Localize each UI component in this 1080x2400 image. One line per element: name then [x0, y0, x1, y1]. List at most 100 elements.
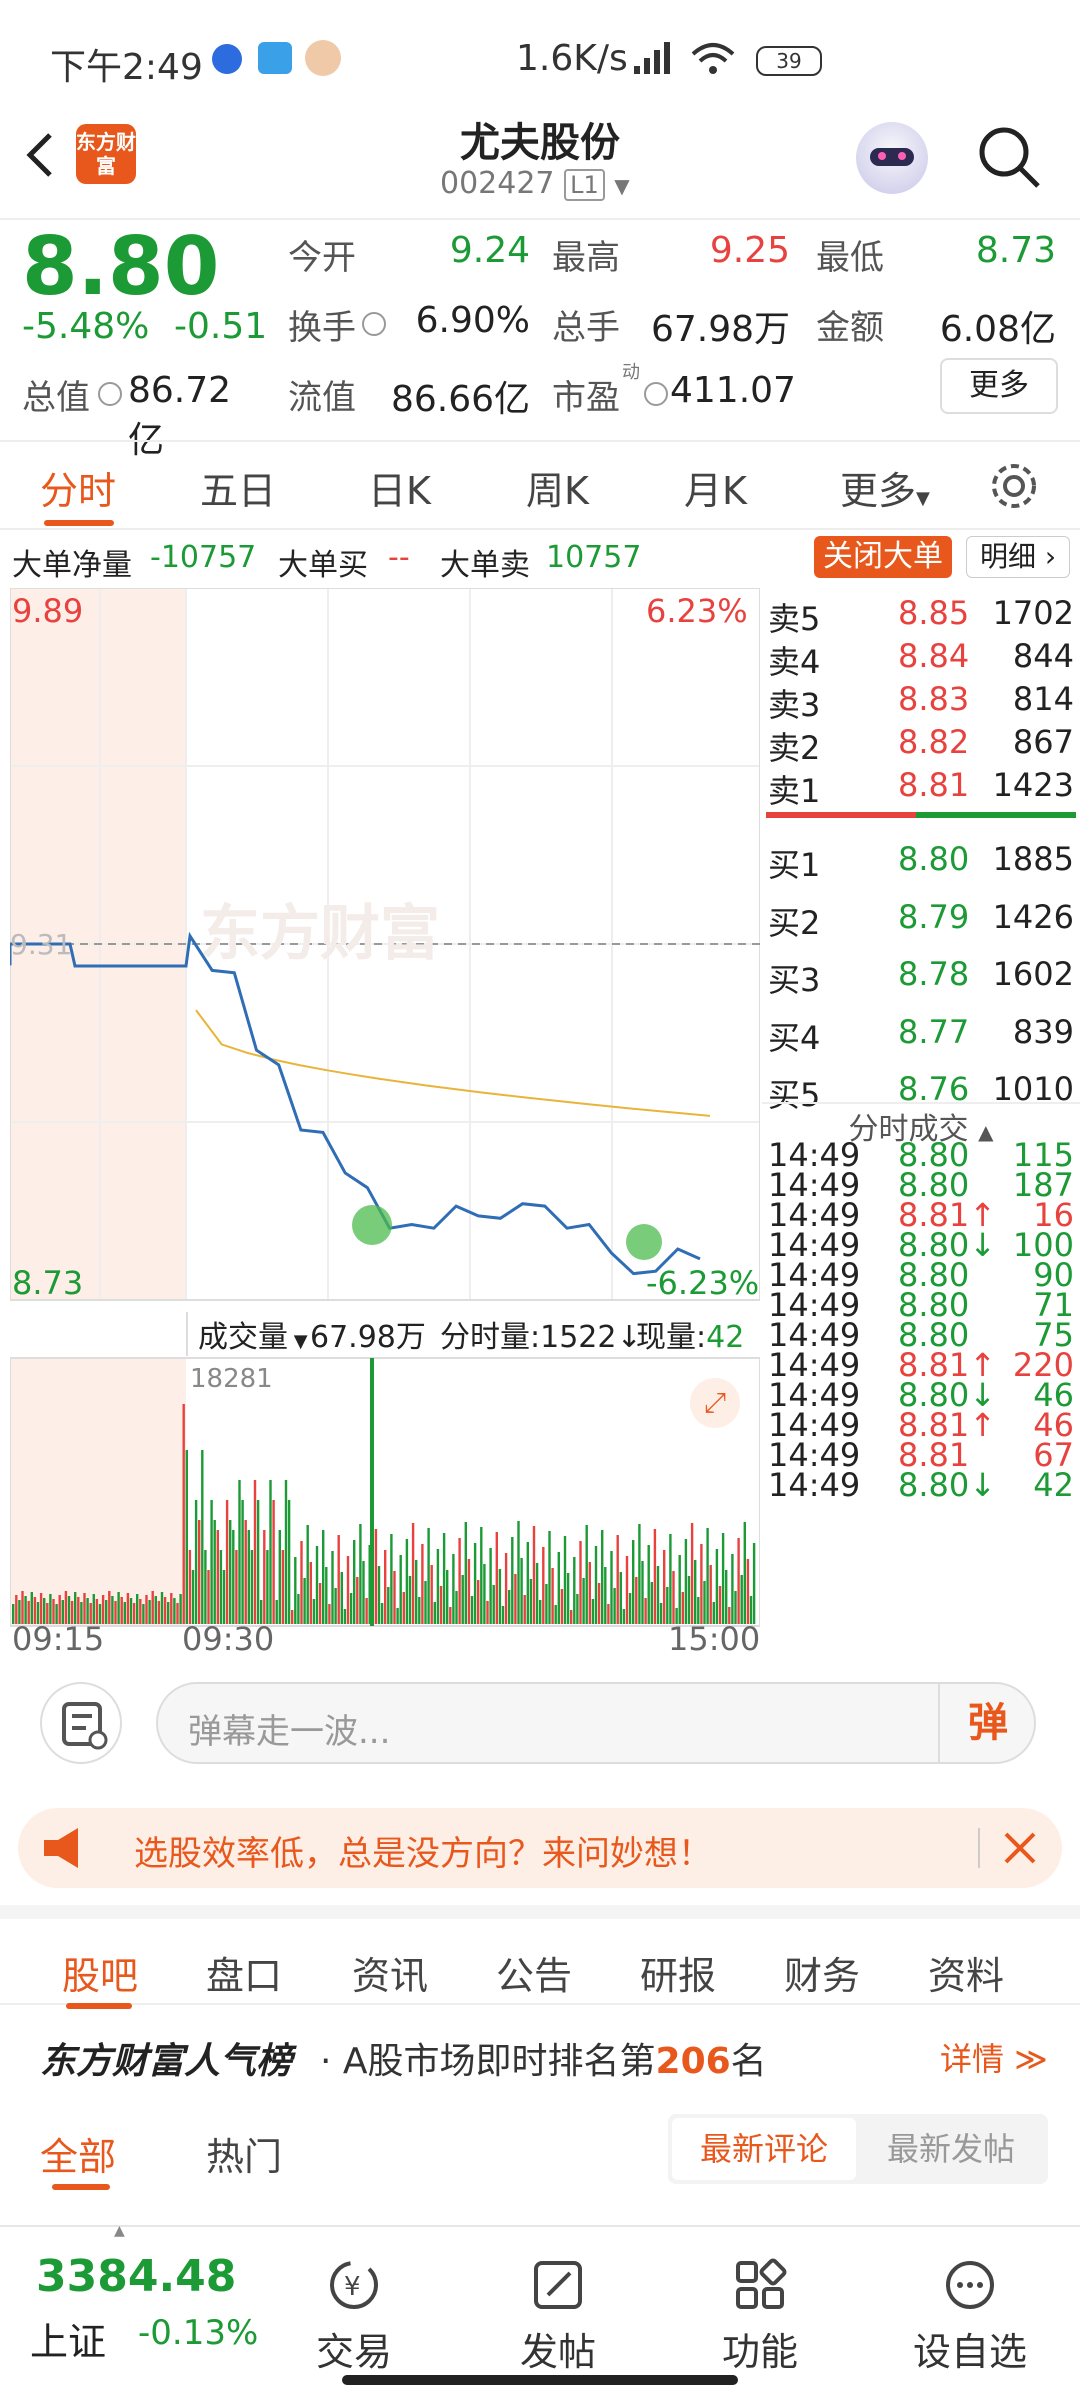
max-volume-label: 18281 [190, 1364, 273, 1394]
ask-level-label: 卖5 [768, 600, 821, 638]
volume-bar [613, 1588, 616, 1624]
volume-bar [439, 1586, 443, 1624]
danmu-input[interactable]: 弹幕走一波... 弹 [156, 1682, 1036, 1764]
volume-bar [328, 1604, 331, 1624]
volume-bar [504, 1553, 508, 1624]
volume-bar [672, 1571, 675, 1624]
volume-bar [362, 1561, 365, 1624]
ranking-detail-link[interactable]: 详情 ≫ [940, 2034, 1048, 2080]
more-button[interactable]: 更多 [940, 358, 1058, 414]
volume-bar [148, 1600, 151, 1624]
index-value[interactable]: 3384.48 [36, 2251, 236, 2302]
tab-guba[interactable]: 股吧 [62, 1945, 138, 2000]
close-icon[interactable] [1000, 1828, 1040, 1868]
mascot-notification-icon [305, 40, 341, 76]
volume-bar [160, 1592, 164, 1624]
ranking-text: · A股市场即时排名第206名 [320, 2041, 767, 2082]
danmu-send-button[interactable]: 弹 [938, 1684, 1036, 1762]
nav-functions[interactable]: 功能 [700, 2257, 820, 2376]
tab-news[interactable]: 资讯 [352, 1945, 428, 2000]
volume-value: 67.98万 [650, 309, 790, 350]
close-big-order-button[interactable]: 关闭大单 [814, 536, 952, 578]
tab-daily-k[interactable]: 日K [368, 460, 431, 515]
edit-icon [534, 2261, 582, 2309]
volume-bar [315, 1546, 319, 1624]
volume-bar [656, 1566, 660, 1624]
volume-bar [563, 1536, 567, 1624]
volume-bar [498, 1569, 502, 1624]
sort-latest-post[interactable]: 最新发帖 [858, 2118, 1044, 2180]
volume-bar [291, 1610, 294, 1624]
volume-bar [687, 1576, 691, 1624]
promo-banner[interactable]: 选股效率低，总是没方向？来问妙想！ [18, 1808, 1062, 1888]
volume-bar [501, 1606, 505, 1624]
volume-bar [210, 1500, 213, 1624]
volume-bar [746, 1559, 750, 1624]
volume-header: 成交量 ▼ 67.98万 分时量:1522↓ 现量:42 [10, 1302, 760, 1356]
level-badge: L1 [564, 169, 605, 201]
info-icon[interactable] [362, 312, 386, 336]
top-price-label: 9.89 [12, 592, 84, 630]
ask-level-label: 卖3 [768, 686, 821, 724]
tab-profile[interactable]: 资料 [928, 1945, 1004, 2000]
danmu-settings-icon[interactable] [40, 1682, 122, 1764]
sort-latest-comment[interactable]: 最新评论 [672, 2118, 856, 2180]
volume-bar [390, 1534, 393, 1624]
nav-post[interactable]: 发帖 [498, 2257, 618, 2376]
volume-bar [263, 1530, 266, 1624]
volume-bar [464, 1522, 467, 1624]
detail-button[interactable]: 明细 › [966, 536, 1070, 578]
signal-icon [634, 42, 670, 74]
tab-research[interactable]: 研报 [640, 1945, 716, 2000]
search-icon[interactable] [974, 122, 1044, 192]
ask-price: 8.85 [898, 594, 970, 632]
assistant-robot-icon[interactable] [856, 122, 928, 194]
volume-bar [247, 1530, 250, 1624]
volume-bar [325, 1567, 328, 1624]
app-notification-icon [258, 42, 292, 74]
tab-announcements[interactable]: 公告 [496, 1945, 572, 2000]
tab-weekly-k[interactable]: 周K [526, 460, 589, 515]
ask-level-label: 卖1 [768, 772, 821, 810]
nav-add-watchlist[interactable]: 设自选 [900, 2257, 1040, 2376]
volume-bar [201, 1450, 204, 1624]
volume-bar [337, 1535, 340, 1624]
info-icon[interactable] [98, 382, 122, 406]
volume-bar [604, 1567, 607, 1624]
danmu-bar: 弹幕走一波... 弹 [0, 1660, 1080, 1790]
danmu-placeholder: 弹幕走一波... [188, 1712, 391, 1752]
expand-icon[interactable]: ⤢ [690, 1378, 740, 1428]
feed-tab-all[interactable]: 全部 [40, 2126, 116, 2181]
stock-code-row[interactable]: 002427 L1 ▼ [440, 166, 630, 201]
ranking-row[interactable]: 东方财富人气榜 · A股市场即时排名第206名 详情 ≫ [0, 2008, 1080, 2098]
tab-intraday[interactable]: 分时 [40, 460, 116, 515]
bid-ratio-bar [916, 812, 1076, 818]
low-value: 8.73 [975, 230, 1056, 271]
volume-bar [427, 1528, 430, 1624]
gear-icon[interactable] [988, 460, 1040, 512]
tab-indicator [44, 520, 114, 526]
ask-level-label: 卖2 [768, 729, 821, 767]
volume-bar [737, 1538, 740, 1624]
volume-bar [669, 1534, 672, 1624]
nav-trade[interactable]: ¥ 交易 [294, 2257, 414, 2376]
volume-bar [467, 1559, 471, 1624]
volume-bar [154, 1596, 157, 1624]
high-value: 9.25 [709, 230, 790, 271]
volume-bar [588, 1562, 591, 1624]
tab-finance[interactable]: 财务 [784, 1945, 860, 2000]
volume-bar [622, 1609, 626, 1624]
volume-dropdown[interactable]: 成交量 ▼ [186, 1312, 308, 1356]
tab-pankou[interactable]: 盘口 [206, 1945, 282, 2000]
info-icon[interactable] [644, 382, 668, 406]
volume-bar [365, 1598, 368, 1624]
volume-bar [151, 1591, 154, 1624]
intraday-chart[interactable]: 东方财富 9.89 6.23% 9.31 8.73 -6.23% 成交量 ▼ 6… [8, 587, 761, 1658]
tab-five-day[interactable]: 五日 [200, 460, 276, 515]
tab-monthly-k[interactable]: 月K [684, 460, 747, 515]
time-end: 15:00 [668, 1620, 761, 1658]
volume-bar [194, 1500, 198, 1624]
buy-label: 大单买 [278, 548, 368, 583]
feed-tab-hot[interactable]: 热门 [206, 2126, 282, 2181]
tab-more[interactable]: 更多▼ [840, 460, 930, 515]
